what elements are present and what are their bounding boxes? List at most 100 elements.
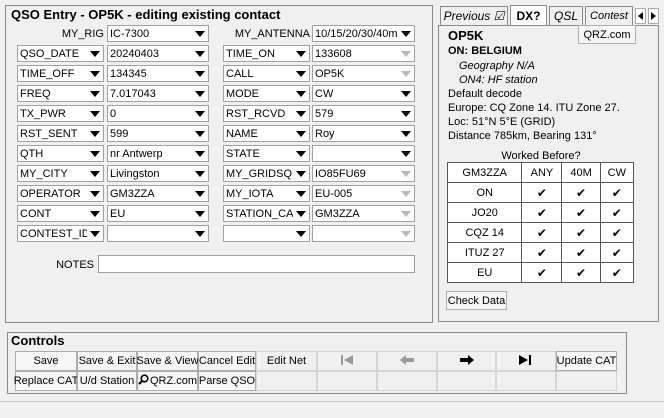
chevron-down-icon [87,166,103,181]
next-record-button[interactable] [437,351,496,371]
right-field-value-combo[interactable]: IO85FU69 [312,165,415,182]
wb-row-label: EU [446,262,523,283]
right-field-name: NAME [226,127,258,140]
left-field-name-combo[interactable]: CONT [17,205,104,222]
save-exit-button[interactable]: Save & Exit [77,351,137,371]
left-field-value-combo[interactable]: 599 [107,125,209,142]
right-field-name-combo[interactable]: MODE [223,85,310,102]
right-field-name-combo[interactable]: MY_IOTA [223,185,310,202]
left-field-value-combo[interactable]: GM3ZZA [107,185,209,202]
left-field-name-combo[interactable]: TX_PWR [17,105,104,122]
right-field-name-combo[interactable]: TIME_ON [223,45,310,62]
first-record-button[interactable] [317,351,377,371]
right-field-name-combo[interactable]: NAME [223,125,310,142]
right-field-name: MY_GRIDSQ [226,167,293,180]
qso-entry-title: QSO Entry - OP5K - editing existing cont… [11,7,281,22]
check-icon: ✔ [611,225,622,240]
my-antenna-combo[interactable]: 10/15/20/30/40m [312,25,415,42]
left-field-name-combo[interactable]: QTH [17,145,104,162]
wb-row-label: JO20 [446,202,523,223]
right-field-name-combo[interactable] [223,225,310,242]
right-field-value-combo[interactable] [312,225,415,242]
right-field-value-combo[interactable] [312,145,415,162]
left-field-value-combo[interactable]: 134345 [107,65,209,82]
my-rig-combo[interactable]: IC-7300 [107,25,209,42]
right-field-value-combo[interactable]: 133608 [312,45,415,62]
left-field-name-combo[interactable]: OPERATOR [17,185,104,202]
left-field-name: TX_PWR [20,107,66,120]
left-field-value: 7.017043 [110,87,156,100]
right-field-name-combo[interactable]: STATE [223,145,310,162]
right-field-name-combo[interactable]: CALL [223,65,310,82]
right-field-name: MODE [226,87,259,100]
chevron-right-icon[interactable] [648,8,659,24]
chevron-down-icon [293,166,309,181]
chevron-down-icon [87,126,103,141]
wb-row: CQZ 14 ✔ ✔ ✔ [446,222,635,243]
chevron-down-icon [293,146,309,161]
chevron-down-icon [293,206,309,221]
left-field-value-combo[interactable]: Livingston [107,165,209,182]
my-rig-label: MY_RIG [61,28,104,40]
left-field-value-combo[interactable]: 7.017043 [107,85,209,102]
save-view-button[interactable]: Save & View [136,351,199,371]
tab-scroll-arrows[interactable] [635,8,659,24]
right-field-value-combo[interactable]: 579 [312,105,415,122]
qrz-lookup-button[interactable]: QRZ.com [578,25,636,44]
right-field-value-combo[interactable]: OP5K [312,65,415,82]
cancel-edit-button[interactable]: Cancel Edit [198,351,256,371]
previous-record-button[interactable] [377,351,437,371]
magnifier-icon [138,374,149,388]
left-field-name-combo[interactable]: TIME_OFF [17,65,104,82]
edit-net-button[interactable]: Edit Net [256,351,317,371]
empty-slot-6 [556,371,617,391]
tab-qsl[interactable]: QSL [549,6,583,25]
right-field-name-combo[interactable]: MY_GRIDSQ [223,165,310,182]
left-field-name-combo[interactable]: FREQ [17,85,104,102]
left-field-value-combo[interactable]: 20240403 [107,45,209,62]
chevron-down-icon [192,126,208,141]
left-field-name-combo[interactable]: MY_CITY [17,165,104,182]
chevron-down-icon [293,226,309,241]
arrow-right-icon [459,354,475,369]
update-station-button[interactable]: U/d Station [77,371,137,391]
chevron-down-icon [398,106,414,121]
notes-input[interactable] [98,255,415,273]
left-field-name-combo[interactable]: QSO_DATE [17,45,104,62]
chevron-left-icon[interactable] [635,8,646,24]
right-field-value-combo[interactable]: EU-005 [312,185,415,202]
chevron-down-icon [192,146,208,161]
parse-qso-button[interactable]: Parse QSO [198,371,256,391]
chevron-down-icon [398,26,414,41]
left-field-value-combo[interactable]: 0 [107,105,209,122]
save-button[interactable]: Save [15,351,77,371]
last-record-button[interactable] [496,351,556,371]
qrz-button[interactable]: QRZ.com [137,371,198,391]
wb-check-cell: ✔ [561,262,601,283]
tab-contest[interactable]: Contest [585,6,633,25]
chevron-down-icon [87,66,103,81]
left-field-value-combo[interactable]: EU [107,205,209,222]
right-field-value-combo[interactable]: CW [312,85,415,102]
right-field-name-combo[interactable]: STATION_CA [223,205,310,222]
chevron-down-icon [293,106,309,121]
left-field-name-combo[interactable]: RST_SENT [17,125,104,142]
left-field-value-combo[interactable] [107,225,209,242]
right-field-value-combo[interactable]: GM3ZZA [312,205,415,222]
dx-station-type: ON4: HF station [459,74,538,86]
tab-previous[interactable]: Previous ☑ [440,6,508,25]
check-data-button[interactable]: Check Data [446,291,507,310]
dx-callsign: OP5K [448,28,484,43]
update-cat-button[interactable]: Update CAT [556,351,617,371]
left-field-name: FREQ [20,87,51,100]
right-field-name-combo[interactable]: RST_RCVD [223,105,310,122]
tab-dx[interactable]: DX? [510,5,547,26]
left-field-value-combo[interactable]: nr Antwerp [107,145,209,162]
replace-cat-button[interactable]: Replace CAT [14,371,78,391]
arrow-left-icon [399,354,415,369]
left-field-name-combo[interactable]: CONTEST_ID [17,225,104,242]
check-icon: ✔ [536,225,547,240]
right-field-value-combo[interactable]: Roy [312,125,415,142]
skip-forward-icon [518,354,534,369]
wb-check-cell: ✔ [561,222,601,243]
